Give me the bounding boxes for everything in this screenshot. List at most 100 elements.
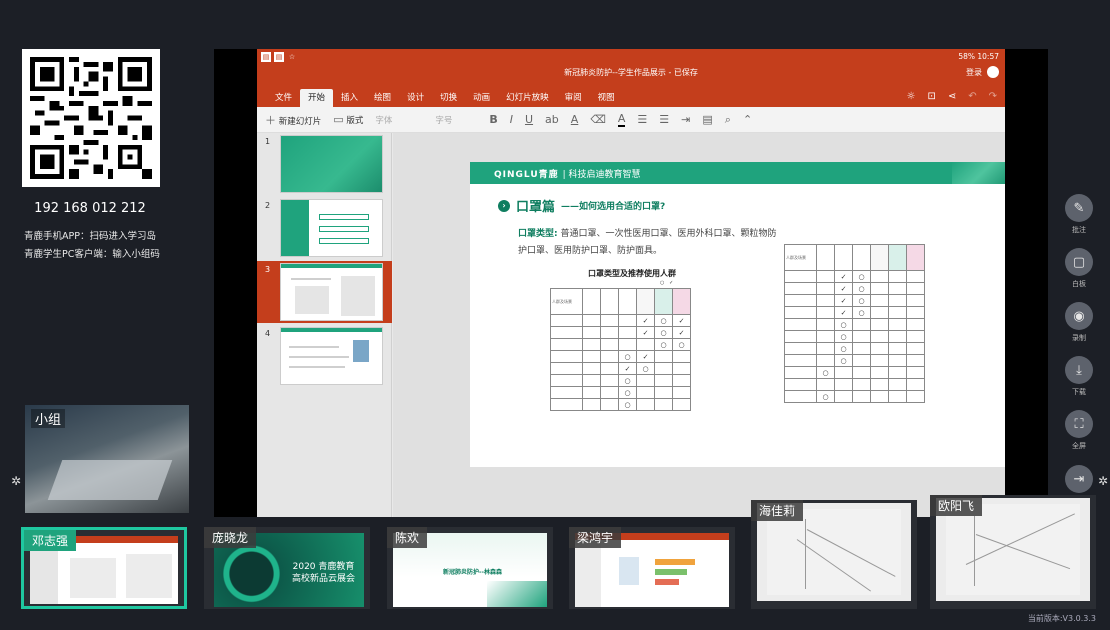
layout-button[interactable]: ▭ 版式	[333, 113, 363, 126]
slide-thumbnail[interactable]: 2	[257, 197, 392, 259]
screen-bar	[655, 569, 687, 575]
system-status: 58% 10:57	[958, 52, 999, 61]
bullet-list-icon[interactable]: ☰	[637, 113, 647, 126]
cell-check: ✓	[672, 326, 691, 339]
fullscreen-tool[interactable]: ⛶ 全屏	[1063, 410, 1095, 451]
student-tile[interactable]: 梁鸿宇	[569, 527, 735, 609]
screen-title: 新冠肺炎防护--林森森	[443, 569, 502, 576]
clear-format-icon[interactable]: ⌫	[590, 113, 606, 126]
share-icon[interactable]: ⋖	[948, 91, 956, 102]
tab-draw[interactable]: 绘图	[366, 89, 399, 107]
body-keyword: 口罩类型:	[518, 229, 558, 239]
arrange-icon[interactable]: ▤	[702, 113, 712, 126]
table-title: 口罩类型及推荐使用人群	[588, 269, 676, 278]
tab-animations[interactable]: 动画	[465, 89, 498, 107]
ppt-window: ▤ ▤ ☆ 新冠肺炎防护--学生作品展示 - 已保存 58% 10:57 登录 …	[257, 49, 1005, 517]
download-tool[interactable]: ⤓ 下载	[1063, 356, 1095, 397]
screen-bar	[655, 559, 695, 565]
new-slide-button[interactable]: ＋ 新建幻灯片	[265, 112, 321, 128]
student-tile[interactable]: 欧阳飞	[930, 495, 1096, 609]
tab-view[interactable]: 视图	[590, 89, 623, 107]
table-header: 人群及场景	[784, 244, 817, 271]
user-avatar-icon[interactable]	[987, 66, 999, 78]
bold-button[interactable]: B	[489, 113, 497, 126]
font-size-select[interactable]: 字号	[435, 114, 477, 126]
exit-tool[interactable]: ⇥	[1063, 465, 1095, 493]
underline-button[interactable]: U	[525, 113, 533, 126]
ribbon-toolbar: ＋ 新建幻灯片 ▭ 版式 字体 字号 B I U ab A ⌫ A ☰ ☰ ⇥ …	[257, 107, 1005, 133]
group-camera-feed[interactable]: 小组	[25, 405, 189, 513]
highlight-button[interactable]: A	[571, 113, 579, 126]
left-settings-icon[interactable]: ✲	[11, 474, 21, 488]
ribbon-right-icons: ☼ ⊡ ⋖ ↶ ↷	[906, 91, 997, 102]
slide-preview-line	[289, 366, 345, 368]
cell-circle: ○	[834, 318, 853, 331]
font-color-button[interactable]: A	[617, 112, 626, 127]
student-tile[interactable]: 庞晓龙 2020 青鹿教育 高校新品云展会	[204, 527, 370, 609]
slide-preview-header	[281, 328, 382, 332]
exit-icon[interactable]: ⇥	[1065, 465, 1093, 493]
slide-preview-line	[289, 346, 339, 348]
tab-insert[interactable]: 插入	[333, 89, 366, 107]
record-icon[interactable]: ◉	[1065, 302, 1093, 330]
layout-icon: ▭	[333, 113, 344, 126]
slide-body-text: 口罩类型: 普通口罩、一次性医用口罩、医用外科口罩、颗粒物防护口罩、医用防护口罩…	[518, 226, 778, 260]
fullscreen-icon[interactable]: ⛶	[1065, 410, 1093, 438]
right-settings-icon[interactable]: ✲	[1098, 474, 1108, 488]
star-icon[interactable]: ☆	[287, 52, 297, 62]
whiteboard-tool[interactable]: ▢ 白板	[1063, 248, 1095, 289]
search-icon[interactable]: ⌕	[725, 113, 731, 127]
slide-number: 4	[265, 329, 271, 338]
tab-design[interactable]: 设计	[399, 89, 432, 107]
download-icon[interactable]: ⤓	[1065, 356, 1093, 384]
font-family-select[interactable]: 字体	[375, 114, 423, 126]
slide-thumbnail[interactable]: 1	[257, 133, 392, 195]
italic-button[interactable]: I	[510, 113, 513, 126]
login-label[interactable]: 登录	[966, 67, 982, 78]
whiteboard-icon[interactable]: ▢	[1065, 248, 1093, 276]
lightbulb-icon[interactable]: ☼	[906, 91, 915, 102]
undo-arrow-icon[interactable]: ↶	[968, 91, 976, 102]
tab-review[interactable]: 审阅	[557, 89, 590, 107]
screen-bar	[655, 579, 679, 585]
numbered-list-icon[interactable]: ☰	[659, 113, 669, 126]
annotate-tool[interactable]: ✎ 批注	[1063, 194, 1095, 235]
slide-preview	[280, 135, 383, 193]
cell-check: ✓	[834, 270, 853, 283]
login-area[interactable]: 登录	[966, 66, 999, 78]
shared-screen[interactable]: ▤ ▤ ☆ 新冠肺炎防护--学生作品展示 - 已保存 58% 10:57 登录 …	[214, 49, 1048, 517]
slide-thumbnail[interactable]: 4	[257, 325, 392, 387]
brand-logo: QINGLU青鹿	[494, 169, 559, 180]
cell-circle: ○	[654, 338, 673, 351]
student-tile[interactable]: 陈欢 新冠肺炎防护--林森森	[387, 527, 553, 609]
collapse-ribbon-icon[interactable]: ⌃	[743, 113, 752, 126]
slide-thumbnail-selected[interactable]: 3	[257, 261, 392, 323]
present-icon[interactable]: ⊡	[927, 91, 935, 102]
screen-title: 2020 青鹿教育 高校新品云展会	[292, 562, 356, 584]
student-tile-selected[interactable]: 邓志强	[21, 527, 187, 609]
graph-axis	[805, 519, 806, 589]
screen-figure	[619, 557, 639, 585]
tab-file[interactable]: 文件	[267, 89, 300, 107]
student-tile[interactable]: 海佳莉	[751, 500, 917, 609]
cell-check: ✓	[636, 314, 655, 327]
graph-line	[965, 513, 1075, 565]
record-tool[interactable]: ◉ 录制	[1063, 302, 1095, 343]
cell-circle: ○	[816, 366, 835, 379]
tab-home[interactable]: 开始	[300, 89, 334, 107]
legend-check: ✓	[669, 280, 674, 286]
slide-editing-area[interactable]: QINGLU青鹿 | 科技启迪教育智慧 › 口罩篇 ——如何选用合适的口罩? 口…	[393, 133, 1005, 517]
undo-icon[interactable]: ▤	[274, 52, 284, 62]
strikethrough-button[interactable]: ab	[545, 113, 559, 126]
indent-icon[interactable]: ⇥	[681, 113, 690, 126]
save-icon[interactable]: ▤	[261, 52, 271, 62]
tab-slideshow[interactable]: 幻灯片放映	[498, 89, 557, 107]
slide-header: QINGLU青鹿 | 科技启迪教育智慧	[470, 162, 1005, 184]
slide-title-text: 口罩篇	[516, 200, 556, 215]
cell-circle: ○	[636, 362, 655, 375]
tab-transitions[interactable]: 切换	[432, 89, 465, 107]
body-content: 普通口罩、一次性医用口罩、医用外科口罩、颗粒物防护口罩、医用防护口罩、防护面具。	[518, 229, 777, 256]
annotate-icon[interactable]: ✎	[1065, 194, 1093, 222]
table-header: 人群及场景	[550, 288, 583, 315]
redo-arrow-icon[interactable]: ↷	[989, 91, 997, 102]
